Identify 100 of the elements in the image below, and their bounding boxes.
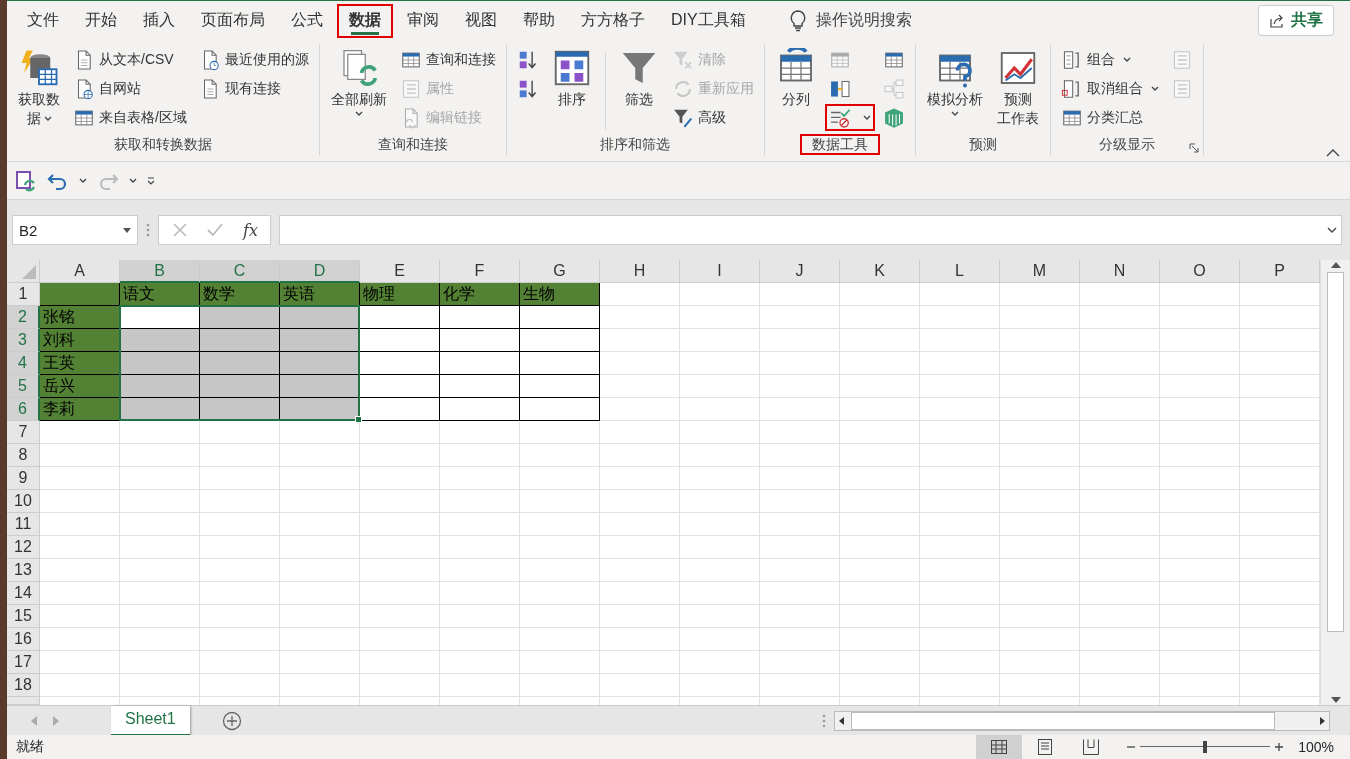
column-header[interactable]: M	[1000, 260, 1080, 283]
ribbon-button[interactable]: 获取数 据	[13, 44, 65, 134]
ribbon-tab[interactable]: 数据	[337, 3, 393, 38]
drag-handle-icon[interactable]	[146, 223, 150, 237]
row-header[interactable]: 18	[7, 674, 40, 697]
caret-icon	[79, 177, 87, 184]
ribbon-tab[interactable]: 帮助	[511, 3, 567, 38]
row-header[interactable]: 2	[7, 306, 40, 329]
ribbon-button[interactable]: 现有连接	[194, 75, 313, 102]
diagram-icon	[882, 77, 905, 100]
row-header[interactable]: 12	[7, 536, 40, 559]
ribbon-button[interactable]: 分类汇总	[1056, 104, 1163, 131]
caret-icon	[1122, 56, 1131, 63]
triangle-icon	[22, 265, 36, 279]
vertical-scrollbar[interactable]	[1320, 260, 1350, 705]
row-header[interactable]: 4	[7, 352, 40, 375]
column-header[interactable]: F	[440, 260, 520, 283]
ribbon-button[interactable]: 筛选	[613, 44, 664, 134]
table-cell: 物理	[360, 283, 440, 306]
row-header[interactable]: 14	[7, 582, 40, 605]
checkmark-icon[interactable]	[207, 223, 223, 237]
column-header[interactable]: P	[1240, 260, 1320, 283]
collapse-icon[interactable]	[1326, 149, 1340, 157]
slider-thumb[interactable]	[1203, 741, 1208, 753]
column-header[interactable]: H	[600, 260, 680, 283]
ribbon-button[interactable]: 全部刷新	[325, 44, 392, 134]
ribbon-tab[interactable]: 公式	[279, 3, 335, 38]
name-box[interactable]: B2	[12, 215, 138, 245]
ribbon-button[interactable]: 组合	[1056, 46, 1163, 73]
insert-function-button[interactable]: fx	[243, 220, 258, 240]
ribbon-button[interactable]: 高级	[667, 104, 758, 131]
scrollbar-thumb[interactable]	[851, 711, 1275, 730]
ribbon-button[interactable]: 最近使用的源	[194, 46, 313, 73]
customize-icon[interactable]	[147, 176, 155, 185]
ribbon-button[interactable]: 自网站	[69, 75, 191, 102]
row-header[interactable]: 16	[7, 628, 40, 651]
row-header[interactable]: 6	[7, 398, 40, 421]
ribbon-button[interactable]: 分列	[770, 44, 821, 134]
row-header[interactable]: 1	[7, 283, 40, 306]
row-header[interactable]: 13	[7, 559, 40, 582]
ribbon-tab[interactable]: 方方格子	[569, 3, 657, 38]
column-header[interactable]: E	[360, 260, 440, 283]
ribbon-tab[interactable]: 开始	[73, 3, 129, 38]
column-header[interactable]: O	[1160, 260, 1240, 283]
add-icon[interactable]	[221, 710, 242, 731]
column-header[interactable]: K	[840, 260, 920, 283]
column-header[interactable]: G	[520, 260, 600, 283]
row-header[interactable]: 7	[7, 421, 40, 444]
row-header[interactable]: 8	[7, 444, 40, 467]
share-button[interactable]: 共享	[1258, 5, 1334, 36]
row-header[interactable]: 17	[7, 651, 40, 674]
table-cell: 李莉	[40, 398, 120, 421]
formula-field[interactable]	[278, 215, 1342, 245]
row-header[interactable]: 9	[7, 467, 40, 490]
row-header[interactable]: 3	[7, 329, 40, 352]
ribbon-button[interactable]: 查询和连接	[395, 46, 500, 73]
ribbon-tab[interactable]: DIY工具箱	[659, 3, 758, 38]
ribbon-tab[interactable]: 插入	[131, 3, 187, 38]
horizontal-scrollbar[interactable]	[834, 710, 1330, 731]
row-header[interactable]: 5	[7, 375, 40, 398]
column-header[interactable]: B	[120, 260, 200, 283]
column-header[interactable]: C	[200, 260, 280, 283]
row-header[interactable]: 15	[7, 605, 40, 628]
table-cell: 王英	[40, 352, 120, 375]
caret-icon	[950, 111, 959, 117]
column-header[interactable]: J	[760, 260, 840, 283]
sheet-tab[interactable]: Sheet1	[111, 705, 190, 736]
up-arrow-icon[interactable]	[1330, 262, 1341, 268]
normal-view-button[interactable]	[976, 735, 1023, 759]
ribbon-tab[interactable]: 页面布局	[189, 3, 277, 38]
ribbon-button[interactable]: 从文本/CSV	[69, 46, 191, 73]
ribbon-tab[interactable]: 文件	[15, 3, 71, 38]
ribbon-button[interactable]: 来自表格/区域	[69, 104, 191, 131]
group-label: 数据工具	[799, 134, 880, 155]
dialog-launcher-icon[interactable]	[1188, 143, 1199, 153]
column-header[interactable]: D	[280, 260, 360, 283]
caret-icon	[123, 227, 131, 233]
ribbon-button[interactable]: 排序	[546, 44, 597, 134]
ribbon-button[interactable]: 取消组合	[1056, 75, 1163, 102]
down-arrow-icon[interactable]	[1330, 697, 1341, 703]
ribbon-tab[interactable]: 审阅	[395, 3, 451, 38]
expand-icon[interactable]	[1327, 227, 1337, 233]
column-header[interactable]: L	[920, 260, 1000, 283]
page-break-icon	[1083, 739, 1100, 755]
row-header[interactable]: 11	[7, 513, 40, 536]
fill-handle[interactable]	[355, 416, 362, 423]
tell-me-search[interactable]: 操作说明搜索	[815, 10, 912, 31]
ribbon-button[interactable]: 预测 工作表	[991, 44, 1044, 134]
row-header[interactable]: 10	[7, 490, 40, 513]
refresh-icon[interactable]	[15, 169, 37, 192]
icon-button[interactable]	[824, 104, 875, 131]
drag-handle-icon[interactable]	[822, 713, 826, 728]
zoom-slider[interactable]	[1140, 741, 1271, 753]
column-header[interactable]: A	[40, 260, 120, 283]
ribbon-button[interactable]: 模拟分析	[921, 44, 988, 134]
zoom-in-icon[interactable]	[1274, 742, 1285, 752]
ribbon-tab[interactable]: 视图	[453, 3, 509, 38]
column-header[interactable]: I	[680, 260, 760, 283]
column-header[interactable]: N	[1080, 260, 1160, 283]
scrollbar-thumb[interactable]	[1327, 272, 1344, 632]
